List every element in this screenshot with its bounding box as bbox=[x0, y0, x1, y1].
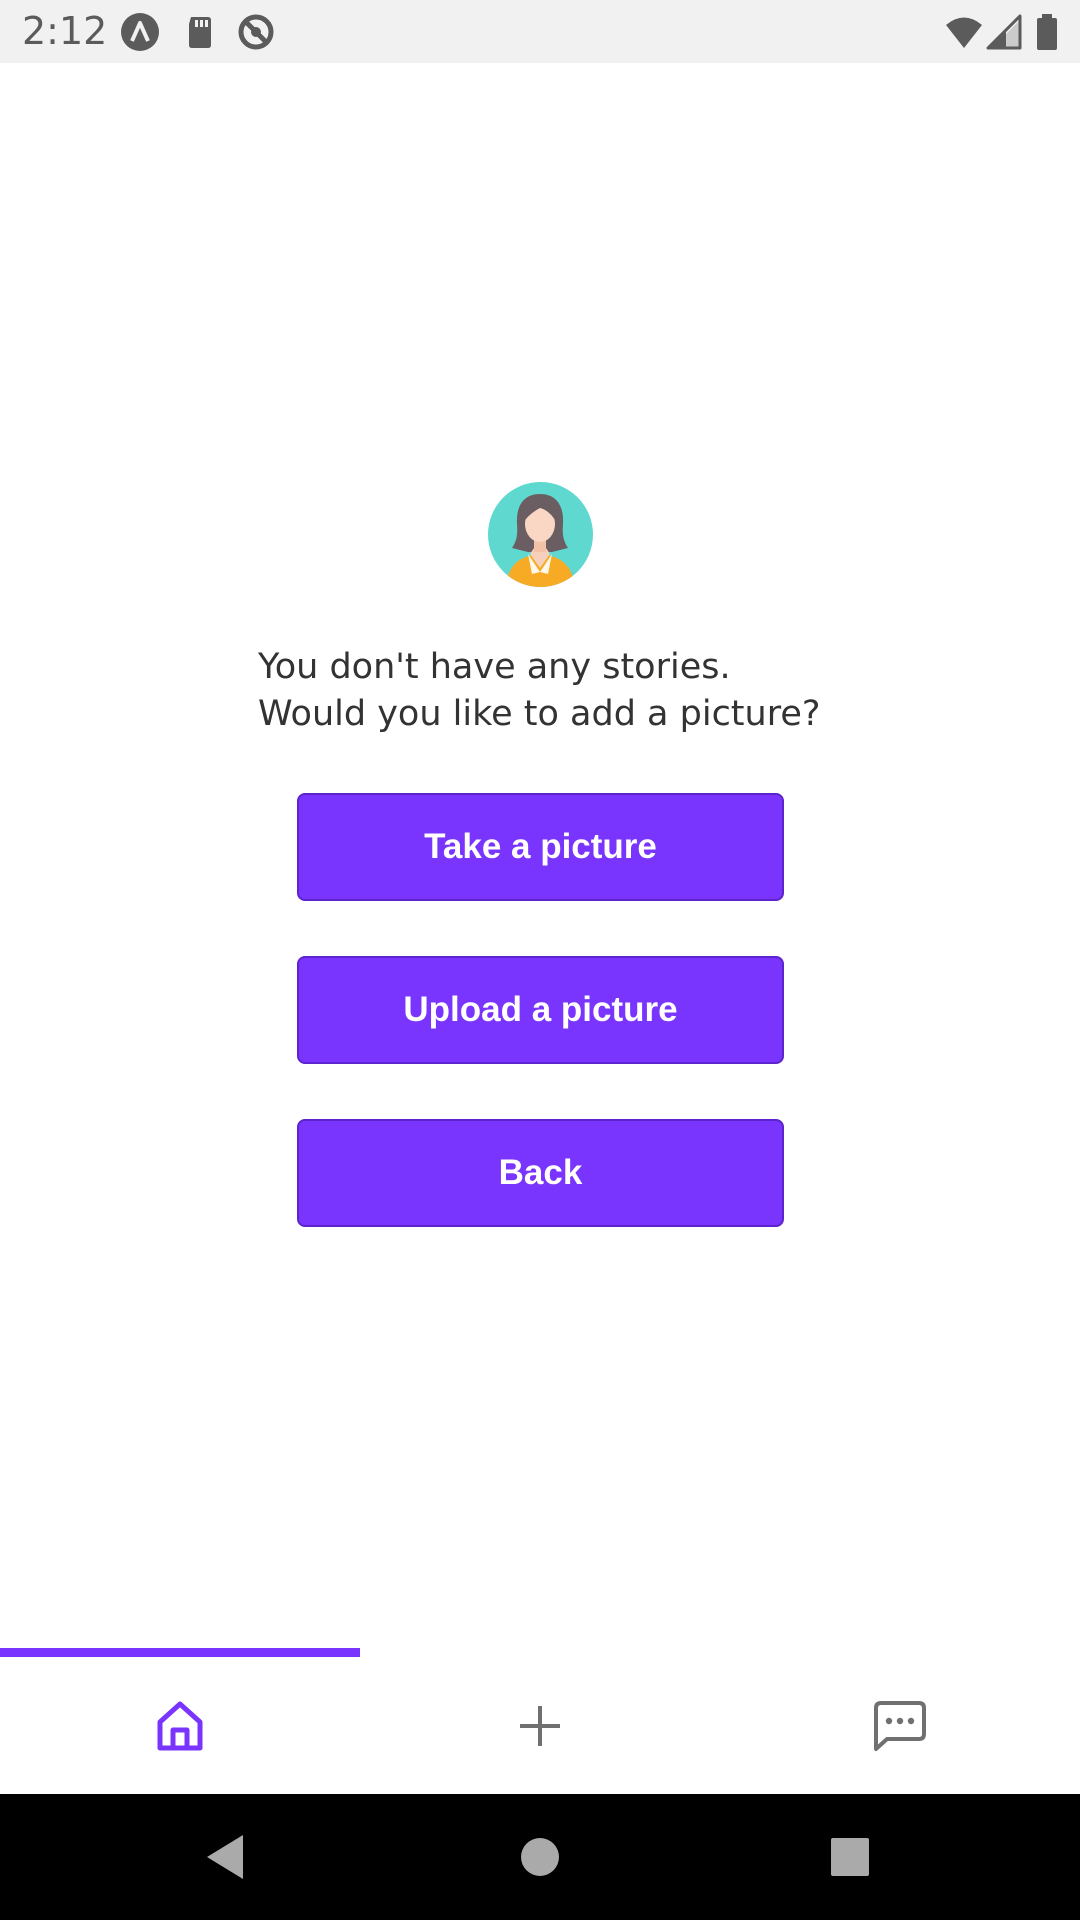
app-a-icon bbox=[120, 12, 160, 52]
nav-back-icon bbox=[207, 1835, 243, 1879]
nav-back-button[interactable] bbox=[192, 1824, 258, 1890]
woman-avatar-icon bbox=[488, 482, 593, 587]
sd-card-icon bbox=[180, 12, 220, 52]
upload-picture-button[interactable]: Upload a picture bbox=[297, 956, 784, 1064]
empty-stories-line-1: You don't have any stories. bbox=[258, 647, 731, 687]
tab-add[interactable] bbox=[360, 1657, 720, 1794]
status-bar: 2:12 bbox=[0, 0, 1080, 63]
signal-icon bbox=[984, 12, 1024, 52]
empty-stories-line-2: Would you like to add a picture? bbox=[258, 694, 821, 734]
home-icon bbox=[157, 1701, 203, 1750]
status-time: 2:12 bbox=[22, 9, 108, 53]
chat-icon bbox=[874, 1700, 926, 1751]
tab-home[interactable] bbox=[0, 1657, 360, 1794]
back-button[interactable]: Back bbox=[297, 1119, 784, 1227]
take-picture-button[interactable]: Take a picture bbox=[297, 793, 784, 901]
battery-icon bbox=[1030, 12, 1064, 52]
plus-icon bbox=[520, 1705, 560, 1746]
data-saver-icon bbox=[236, 12, 276, 52]
bottom-tab-bar bbox=[0, 1657, 1080, 1794]
nav-home-icon bbox=[521, 1838, 559, 1876]
active-tab-indicator bbox=[0, 1648, 360, 1657]
nav-recents-icon bbox=[831, 1838, 869, 1876]
nav-recents-button[interactable] bbox=[817, 1824, 883, 1890]
nav-home-button[interactable] bbox=[507, 1824, 573, 1890]
system-navigation-bar bbox=[0, 1794, 1080, 1920]
tab-messages[interactable] bbox=[720, 1657, 1080, 1794]
wifi-icon bbox=[944, 12, 984, 52]
empty-stories-message: You don't have any stories. Would you li… bbox=[258, 644, 898, 738]
